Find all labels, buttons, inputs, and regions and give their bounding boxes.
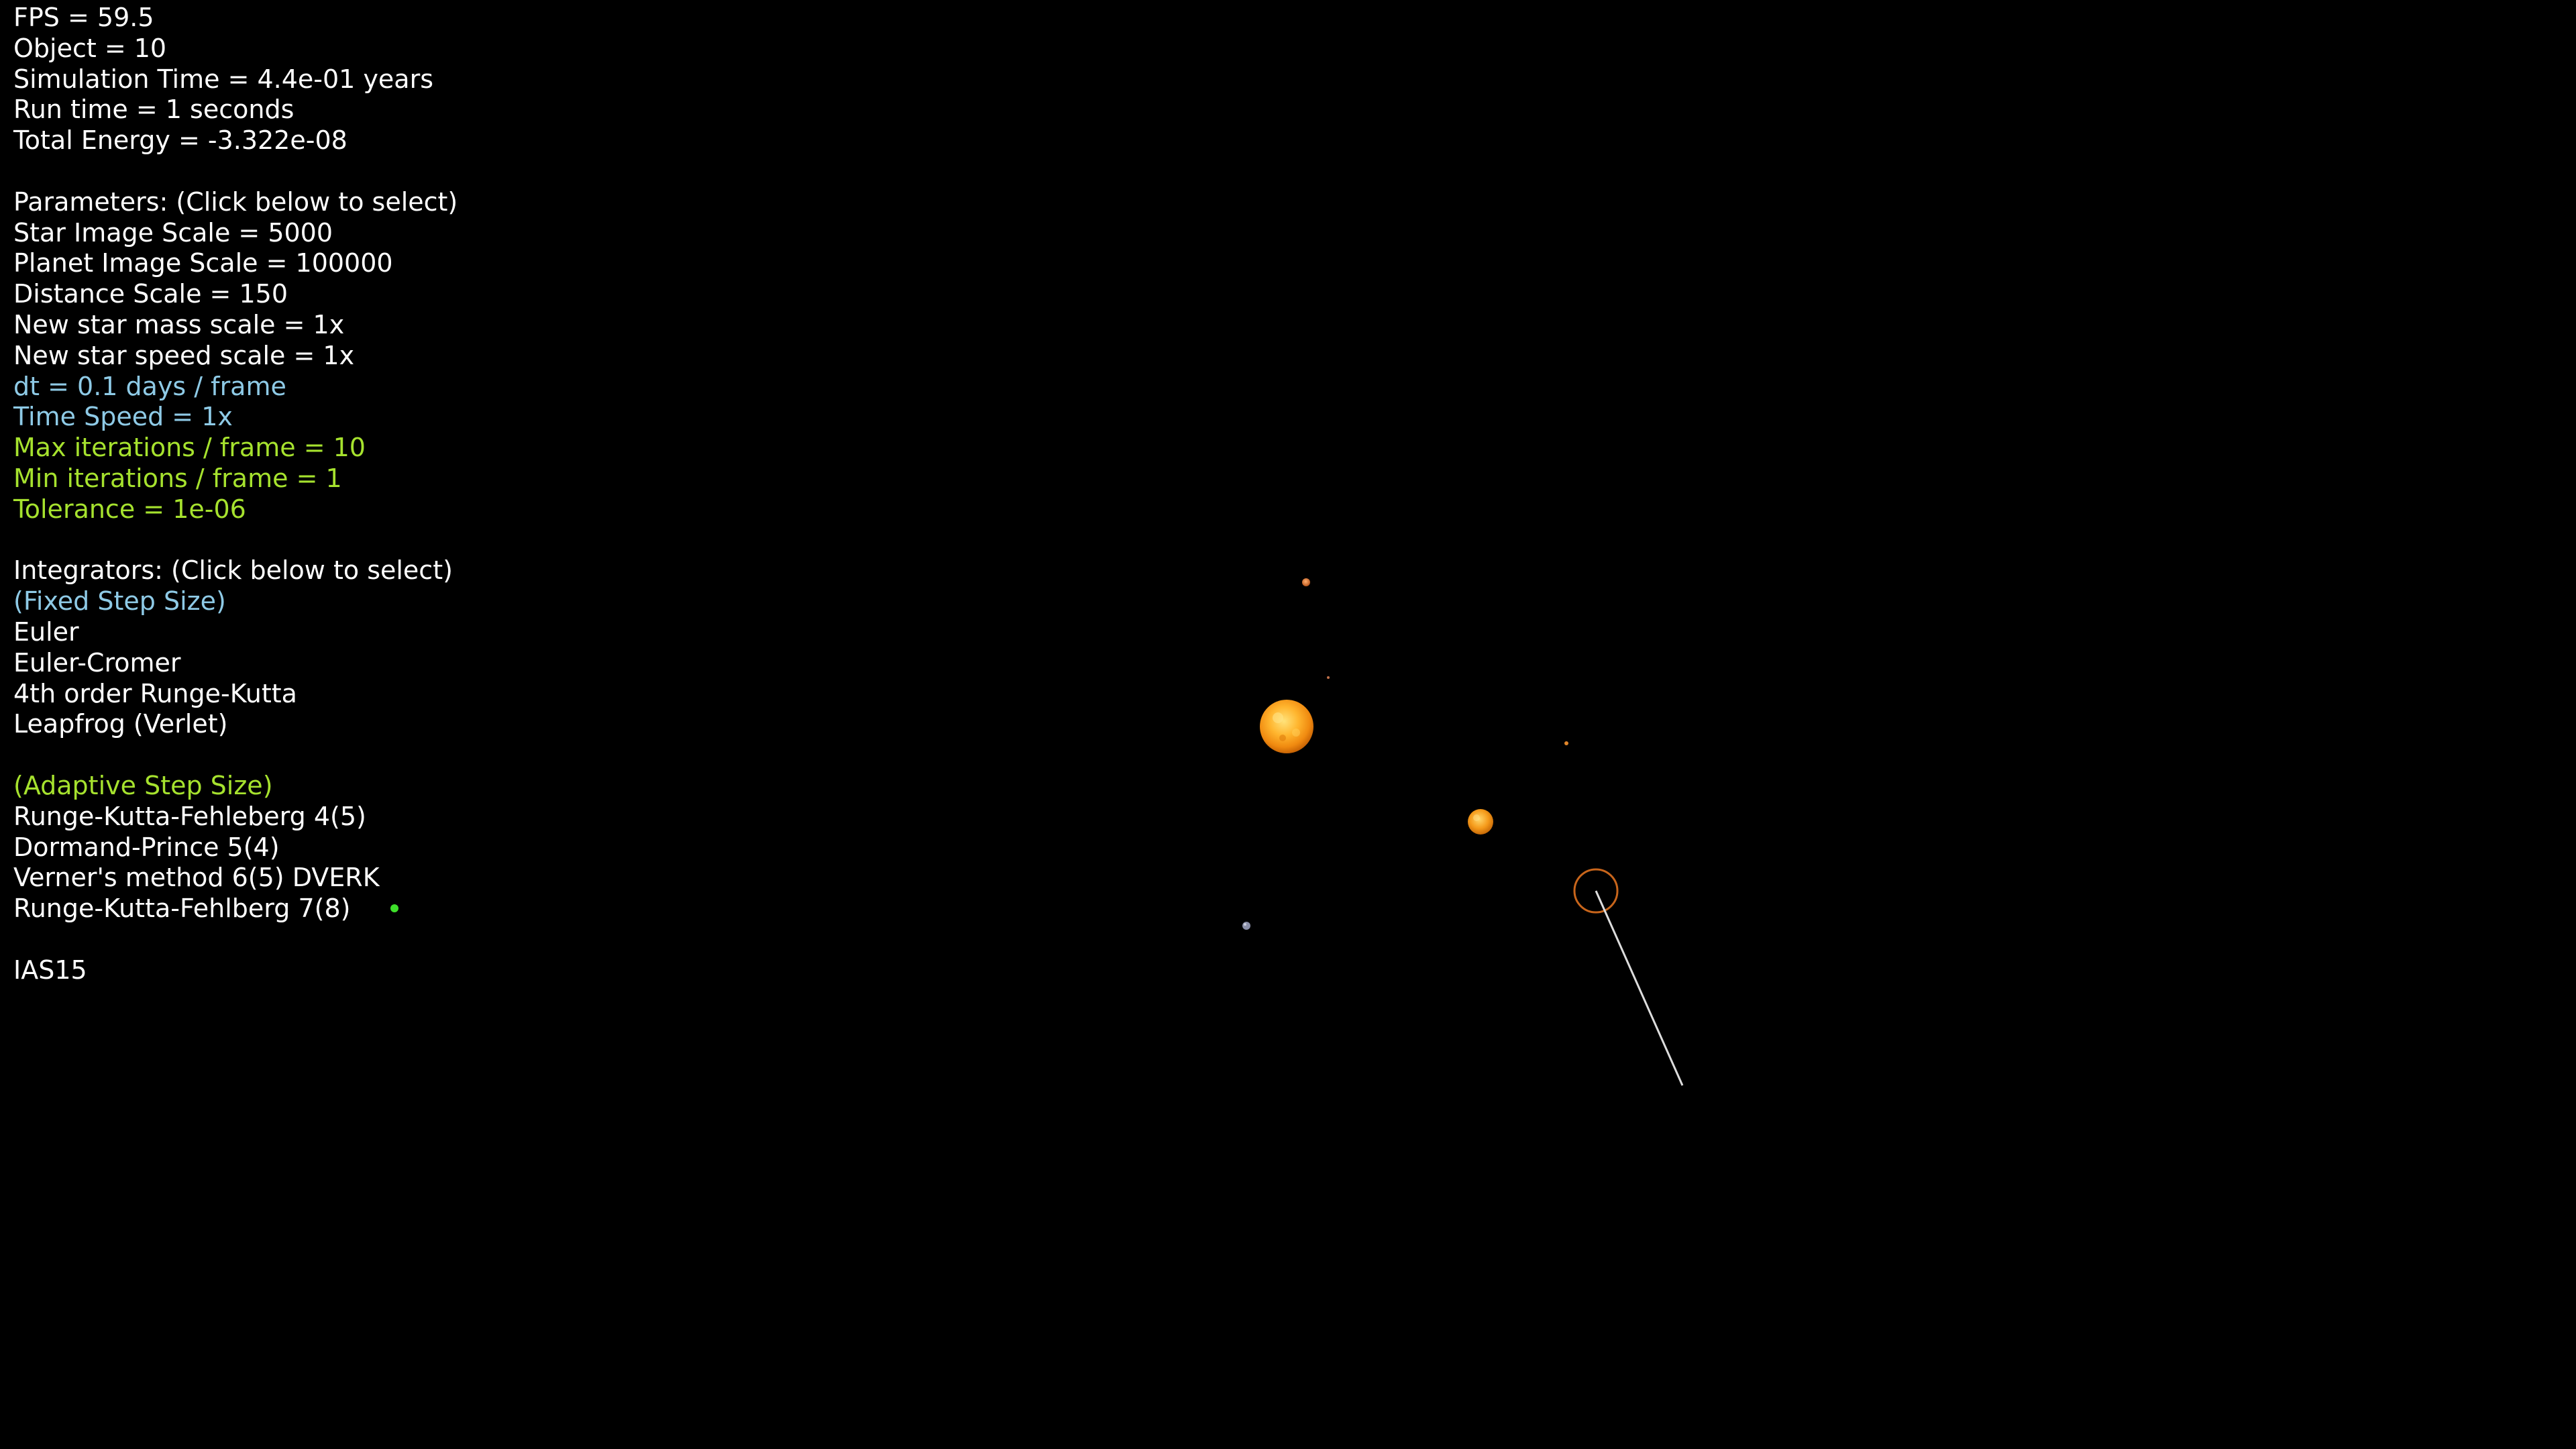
param-planet-image-scale[interactable]: Planet Image Scale = 100000: [13, 248, 458, 279]
integrator-dopri54[interactable]: Dormand-Prince 5(4): [13, 833, 458, 863]
star-large[interactable]: [1260, 700, 1313, 753]
param-tolerance[interactable]: Tolerance = 1e-06: [13, 494, 458, 525]
integrator-rkf78-row[interactable]: Runge-Kutta-Fehlberg 7(8): [13, 894, 458, 924]
param-new-star-speed-scale[interactable]: New star speed scale = 1x: [13, 341, 458, 372]
integrator-rkf45[interactable]: Runge-Kutta-Fehleberg 4(5): [13, 802, 458, 833]
parameters-header: Parameters: (Click below to select): [13, 186, 458, 217]
integrators-header: Integrators: (Click below to select): [13, 555, 453, 586]
fixed-step-header: (Fixed Step Size): [13, 586, 226, 616]
integrator-rk4[interactable]: 4th order Runge-Kutta: [13, 679, 458, 710]
integrator-ias15[interactable]: IAS15: [13, 955, 458, 986]
total-energy: Total Energy = -3.322e-08: [13, 125, 347, 156]
fps-readout: FPS = 59.5: [13, 3, 154, 32]
param-distance-scale[interactable]: Distance Scale = 150: [13, 279, 458, 310]
planet-icon[interactable]: [1302, 578, 1310, 586]
planet-icon[interactable]: [1327, 676, 1330, 679]
velocity-drag-line: [1595, 890, 1684, 1086]
simulation-canvas[interactable]: FPS = 59.5 Object = 10 Simulation Time =…: [0, 0, 2576, 1449]
adaptive-step-header: (Adaptive Step Size): [13, 770, 273, 800]
integrator-euler-cromer[interactable]: Euler-Cromer: [13, 648, 458, 679]
param-new-star-mass-scale[interactable]: New star mass scale = 1x: [13, 310, 458, 341]
run-time: Run time = 1 seconds: [13, 95, 294, 125]
star-medium[interactable]: [1468, 809, 1493, 835]
star-icon: [1260, 700, 1313, 753]
param-time-speed[interactable]: Time Speed = 1x: [13, 402, 458, 433]
object-count: Object = 10: [13, 33, 167, 63]
planet-icon[interactable]: [1242, 922, 1250, 930]
param-dt[interactable]: dt = 0.1 days / frame: [13, 372, 458, 402]
param-max-iterations[interactable]: Max iterations / frame = 10: [13, 433, 458, 464]
simulation-time: Simulation Time = 4.4e-01 years: [13, 64, 434, 94]
integrator-rkf78[interactable]: Runge-Kutta-Fehlberg 7(8): [13, 894, 350, 923]
new-star-cursor[interactable]: [1573, 868, 1684, 1086]
star-icon: [1468, 809, 1493, 835]
integrator-dverk[interactable]: Verner's method 6(5) DVERK: [13, 863, 458, 894]
param-star-image-scale[interactable]: Star Image Scale = 5000: [13, 218, 458, 249]
selected-indicator-icon: [390, 904, 399, 912]
param-min-iterations[interactable]: Min iterations / frame = 1: [13, 464, 458, 494]
integrator-leapfrog[interactable]: Leapfrog (Verlet): [13, 709, 458, 740]
info-panel: FPS = 59.5 Object = 10 Simulation Time =…: [13, 3, 458, 986]
integrator-euler[interactable]: Euler: [13, 617, 458, 648]
planet-icon[interactable]: [1564, 741, 1568, 745]
